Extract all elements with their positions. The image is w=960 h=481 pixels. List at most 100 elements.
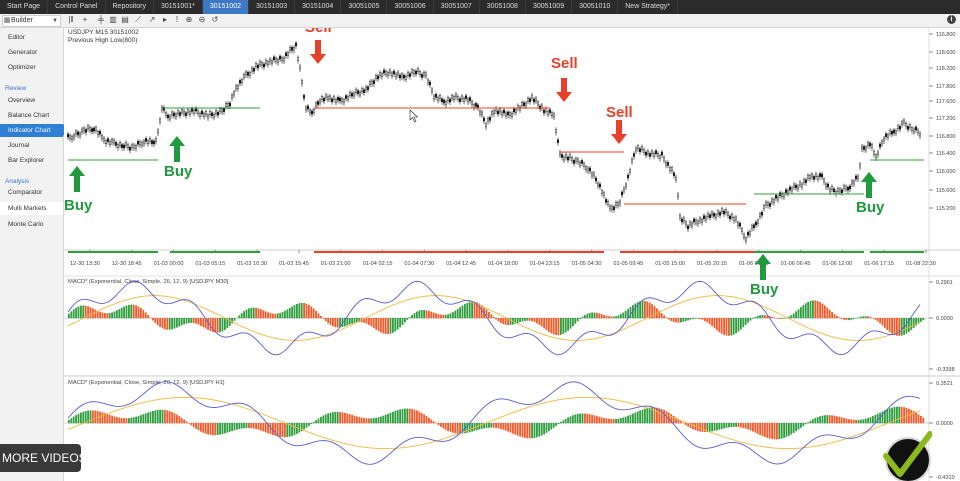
crosshair-icon[interactable]: + [80,15,90,25]
candle-body [216,111,219,116]
macd-m30-bar [77,306,80,319]
mode-selector[interactable]: ▦Builder ▼ [2,15,61,27]
macd-m30-bar [353,318,356,323]
tab-30151002[interactable]: 30151002 [202,0,249,14]
table-icon[interactable]: ▤ [120,15,130,25]
zoom-out-icon[interactable]: ⊖ [197,15,207,25]
tab-30051006[interactable]: 30051006 [387,0,434,14]
trend-line-icon[interactable]: ⟋ [133,15,143,25]
candle-body [561,154,564,158]
macd-h1-bar [749,423,752,431]
exclamation-icon[interactable]: ! [172,15,182,25]
sidebar-item-indicator-chart[interactable]: Indicator Chart [0,124,69,137]
macd-h1-bar [528,423,531,439]
macd-h1-bar [442,423,445,429]
tab-control-panel[interactable]: Control Panel [48,0,106,14]
macd-m30-bar [800,307,802,319]
more-videos-button[interactable]: MORE VIDEOS [0,444,81,472]
candle-body [172,112,175,117]
candle-body [188,111,191,115]
candle-body [733,217,736,221]
candle-body [85,129,88,133]
pointer-icon[interactable]: ▸ [160,15,170,25]
candle-body [679,214,682,219]
macd-m30-bar [533,318,536,323]
tab-start-page[interactable]: Start Page [0,0,49,14]
candle-body [425,72,428,77]
candle-body [286,52,289,56]
sidebar-item-overview[interactable]: Overview [0,94,63,107]
sidebar-item-bar-explorer[interactable]: Bar Explorer [0,154,63,167]
indicator-icon[interactable]: ↗ [147,15,157,25]
candle-body [222,108,225,112]
tab-30051010[interactable]: 30051010 [572,0,619,14]
grid-toggle-icon[interactable]: ▥ [108,15,118,25]
sidebar-item-multi-markets[interactable]: Multi Markets [0,202,63,215]
tab-repository[interactable]: Repository [106,0,154,14]
macd-h1-bar [533,423,536,438]
macd-m30-bar [526,318,529,321]
tab-30051009[interactable]: 30051009 [526,0,573,14]
macd-m30-bar [195,318,197,324]
macd-m30-bar [202,318,205,328]
candle-body [713,213,716,217]
sidebar-item-optimizer[interactable]: Optimizer [0,61,63,74]
tab-30151001[interactable]: 30151001* [154,0,203,14]
candle-body [589,167,592,172]
sidebar-item-monte-carlo[interactable]: Monte Carlo [0,218,63,231]
sidebar-item-journal[interactable]: Journal [0,139,63,152]
macd-m30-bar [552,318,555,335]
candle-body [365,86,368,91]
macd-h1-bar [855,419,857,424]
macd-m30-bar [418,310,421,319]
candle-body [661,151,664,156]
macd-h1-bar [579,413,581,424]
tab-30151003[interactable]: 30151003 [249,0,296,14]
macd-m30-bar [257,308,260,319]
macd-m30-bar [238,315,241,319]
candle-body [757,220,760,224]
candle-body [879,143,882,148]
macd-m30-bar [687,318,689,321]
macd-h1-bar [867,417,869,424]
macd-m30-bar [252,307,255,319]
reset-zoom-icon[interactable]: ↺ [210,15,220,25]
macd-h1-bar [255,423,257,430]
macd-h1-bar [113,416,116,424]
time-tick-label: 01-04 07:30 [404,261,434,267]
candle-body [244,71,247,76]
candle-body [505,112,508,117]
macd-h1-bar [356,416,358,424]
tab-30051007[interactable]: 30051007 [434,0,480,14]
zoom-in-icon[interactable]: ⊕ [184,15,194,25]
tab-30051005[interactable]: 30051005 [341,0,388,14]
candle-body [316,101,319,105]
macd-m30-bar [142,310,145,319]
candle-body [509,112,512,116]
candle-body [192,109,195,114]
candlestick-icon[interactable]: ╪ [96,15,106,25]
macd-h1-bar [224,423,226,434]
macd-h1-bar [485,423,488,428]
macd-h1-bar [454,423,457,434]
candle-body [833,188,836,193]
macd-m30-bar [394,318,397,332]
candle-body [258,61,261,65]
indicator-chart[interactable]: 116.800 118.600 118.200 117.800 117.600 117.2… [64,28,960,481]
sidebar-item-editor[interactable]: Editor [0,31,63,44]
candle-body [146,140,149,145]
sidebar-item-comparator[interactable]: Comparator [0,186,63,199]
macd-m30-bar [380,318,382,333]
macd-m30-bar [497,318,500,322]
macd-h1-bar [284,423,286,438]
chart-toolbar: ▦Builder ▼ |‖ + ╪ ▥ ▤ ⟋ ↗ ▸ ! ⊕ ⊖ ↺ i [0,14,960,28]
tab-30151004[interactable]: 30151004 [295,0,342,14]
bar-mode-icon[interactable]: |‖ [66,15,76,25]
info-icon[interactable]: i [947,15,956,24]
candle-body [304,106,307,111]
tab-new-strategy[interactable]: New Strategy* [618,0,678,14]
tab-30051008[interactable]: 30051008 [480,0,526,14]
sidebar-item-balance-chart[interactable]: Balance Chart [0,109,63,122]
sidebar-item-generator[interactable]: Generator [0,46,63,59]
candle-body [605,199,608,203]
